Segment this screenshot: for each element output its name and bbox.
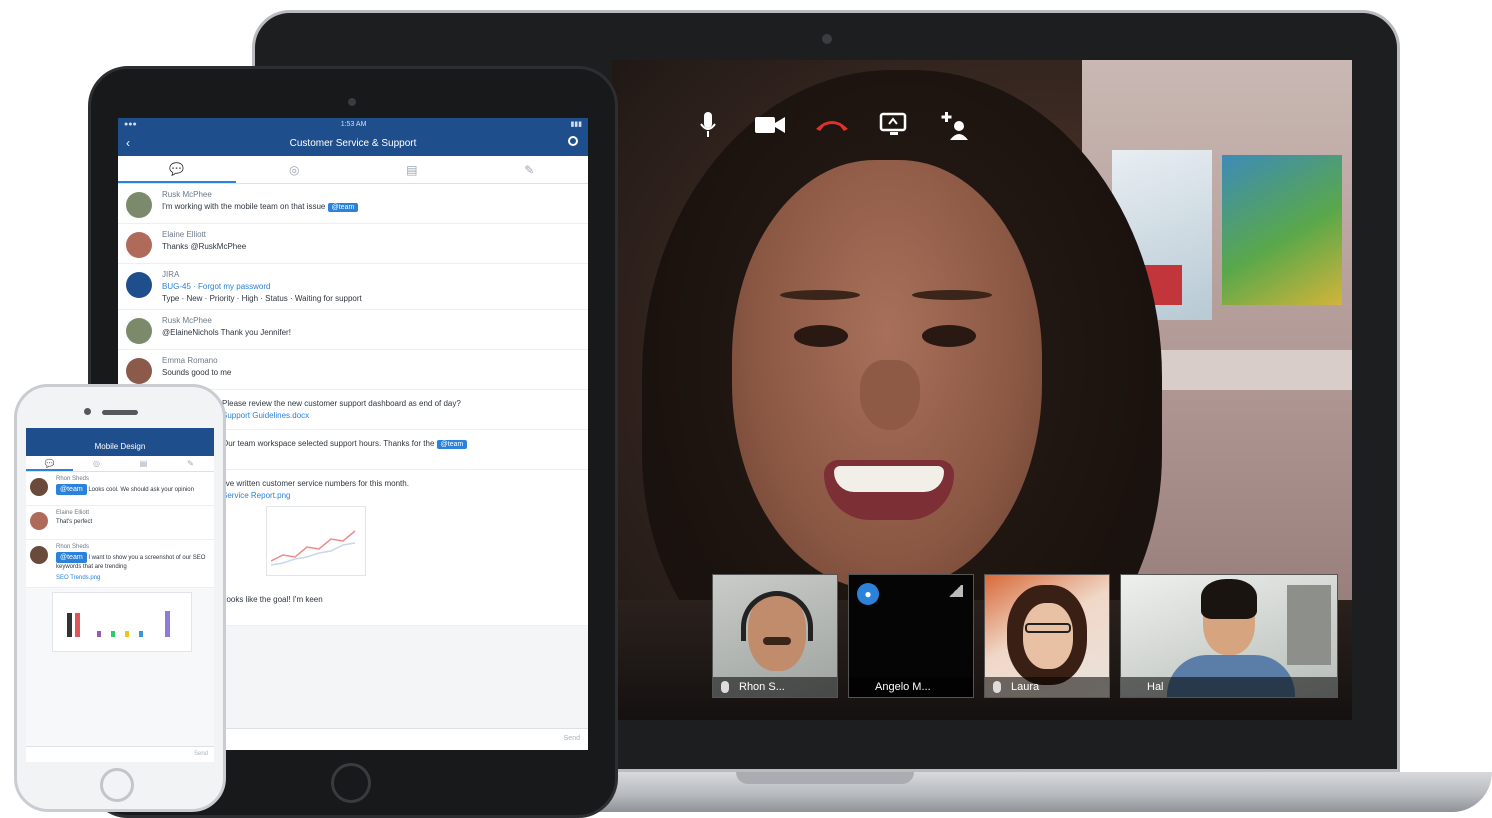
message-text: I'm working with the mobile team on that… xyxy=(162,202,326,211)
participant-name: Rhon S... xyxy=(739,681,785,693)
tab-calls[interactable]: ◎ xyxy=(236,156,354,183)
participant-tile[interactable]: Hal xyxy=(1120,574,1338,698)
participant-name: Hal xyxy=(1147,681,1164,693)
microphone-icon[interactable] xyxy=(690,110,726,140)
status-bar: ●●● 1:53 AM ▮▮▮ xyxy=(118,118,588,130)
message-text: Sounds good to me xyxy=(162,368,232,377)
jira-icon xyxy=(126,272,152,298)
speaker-face xyxy=(732,160,1042,590)
message-text: Thanks @RuskMcPhee xyxy=(162,242,247,251)
tab-files[interactable]: ▤ xyxy=(120,456,167,471)
avatar xyxy=(126,232,152,258)
participant-strip: Rhon S... ● Angelo M... Laura Hal xyxy=(712,574,1338,698)
mention-chip[interactable]: @team xyxy=(327,203,359,212)
list-item[interactable]: Rhon Sheds @team I want to show you a sc… xyxy=(26,540,214,588)
mention-chip[interactable]: @team xyxy=(56,552,87,563)
message-text: Our team workspace selected support hour… xyxy=(222,439,435,448)
phone-speaker xyxy=(102,410,138,415)
call-controls xyxy=(690,110,974,140)
issue-details: Type · New · Priority · High · Status · … xyxy=(162,294,362,303)
sender-name: Rusk McPhee xyxy=(162,190,212,199)
image-attachment[interactable] xyxy=(266,506,366,576)
list-item[interactable]: Rusk McPhee I'm working with the mobile … xyxy=(118,184,588,224)
list-item[interactable]: Rhon Sheds @team Looks cool. We should a… xyxy=(26,472,214,506)
tab-chat[interactable]: 💬 xyxy=(26,456,73,471)
avatar xyxy=(30,546,48,564)
channel-title: Mobile Design xyxy=(94,441,146,451)
status-bar xyxy=(26,428,214,436)
phone-chat-app: Mobile Design 💬 ◎ ▤ ✎ Rhon Sheds @team L… xyxy=(26,428,214,762)
sender-name: Elaine Elliott xyxy=(56,510,90,516)
tab-bar: 💬 ◎ ▤ ✎ xyxy=(118,156,588,184)
tab-links[interactable]: ✎ xyxy=(167,456,214,471)
search-icon[interactable] xyxy=(568,136,578,146)
participant-name: Angelo M... xyxy=(875,681,931,693)
add-participant-icon[interactable] xyxy=(938,110,974,140)
issue-link[interactable]: BUG-45 · Forgot my password xyxy=(162,282,580,291)
participant-name: Laura xyxy=(1011,681,1040,693)
mention-chip[interactable]: @team xyxy=(436,440,468,449)
file-link[interactable]: SEO Trends.png xyxy=(56,574,210,583)
avatar xyxy=(126,358,152,384)
laptop-camera xyxy=(822,34,832,44)
participant-tile[interactable]: Rhon S... xyxy=(712,574,838,698)
signal-icon xyxy=(947,585,963,597)
image-attachment[interactable] xyxy=(52,592,192,652)
tab-calls[interactable]: ◎ xyxy=(73,456,120,471)
list-item[interactable]: JIRA BUG-45 · Forgot my password Type · … xyxy=(118,264,588,310)
send-label[interactable]: Send xyxy=(564,735,580,742)
mention-chip[interactable]: @team xyxy=(56,484,87,495)
participant-tile[interactable]: ● Angelo M... xyxy=(848,574,974,698)
sender-name: Emma Romano xyxy=(162,356,218,365)
send-label[interactable]: Send xyxy=(194,751,208,757)
avatar: ● xyxy=(857,583,879,605)
sender-name: Rusk McPhee xyxy=(162,316,212,325)
tab-bar: 💬 ◎ ▤ ✎ xyxy=(26,456,214,472)
tab-links[interactable]: ✎ xyxy=(471,156,589,183)
list-item[interactable]: Elaine Elliott Thanks @RuskMcPhee xyxy=(118,224,588,264)
mic-icon xyxy=(993,681,1001,693)
sender-name: Rhon Sheds xyxy=(56,544,90,550)
app-header: Mobile Design xyxy=(26,436,214,456)
tab-files[interactable]: ▤ xyxy=(353,156,471,183)
avatar xyxy=(126,318,152,344)
tab-chat[interactable]: 💬 xyxy=(118,156,236,183)
compose-bar[interactable]: Send xyxy=(26,746,214,762)
chart-thumbnail xyxy=(67,611,170,637)
message-text: Looks cool. We should ask your opinion xyxy=(88,487,194,493)
phone-camera xyxy=(84,408,91,415)
wall-picture xyxy=(1222,155,1342,305)
tablet-camera xyxy=(348,98,356,106)
message-text: Please review the new customer support d… xyxy=(222,399,461,408)
sender-name: Rhon Sheds xyxy=(56,476,90,482)
screen-share-icon[interactable] xyxy=(876,110,912,140)
back-arrow-icon[interactable]: ‹ xyxy=(126,136,130,150)
mic-icon xyxy=(721,681,729,693)
sender-name: Elaine Elliott xyxy=(162,230,207,239)
phone-home-button[interactable] xyxy=(100,768,134,802)
channel-title: Customer Service & Support xyxy=(289,137,417,149)
message-text: That's perfect xyxy=(56,519,93,525)
avatar xyxy=(30,512,48,530)
sender-name: JIRA xyxy=(162,270,180,279)
list-item[interactable]: Elaine Elliott That's perfect xyxy=(26,506,214,540)
laptop-notch xyxy=(736,772,914,784)
end-call-icon[interactable] xyxy=(814,110,850,140)
avatar xyxy=(30,478,48,496)
status-time: 1:53 AM xyxy=(340,120,367,128)
tablet-home-button[interactable] xyxy=(331,763,371,803)
list-item[interactable]: Rusk McPhee @ElaineNichols Thank you Jen… xyxy=(118,310,588,350)
app-header: ‹ Customer Service & Support xyxy=(118,130,588,156)
participant-tile[interactable]: Laura xyxy=(984,574,1110,698)
camera-icon[interactable] xyxy=(752,110,788,140)
chart-thumbnail xyxy=(271,530,356,566)
avatar xyxy=(126,192,152,218)
message-text: @ElaineNichols Thank you Jennifer! xyxy=(162,328,291,337)
